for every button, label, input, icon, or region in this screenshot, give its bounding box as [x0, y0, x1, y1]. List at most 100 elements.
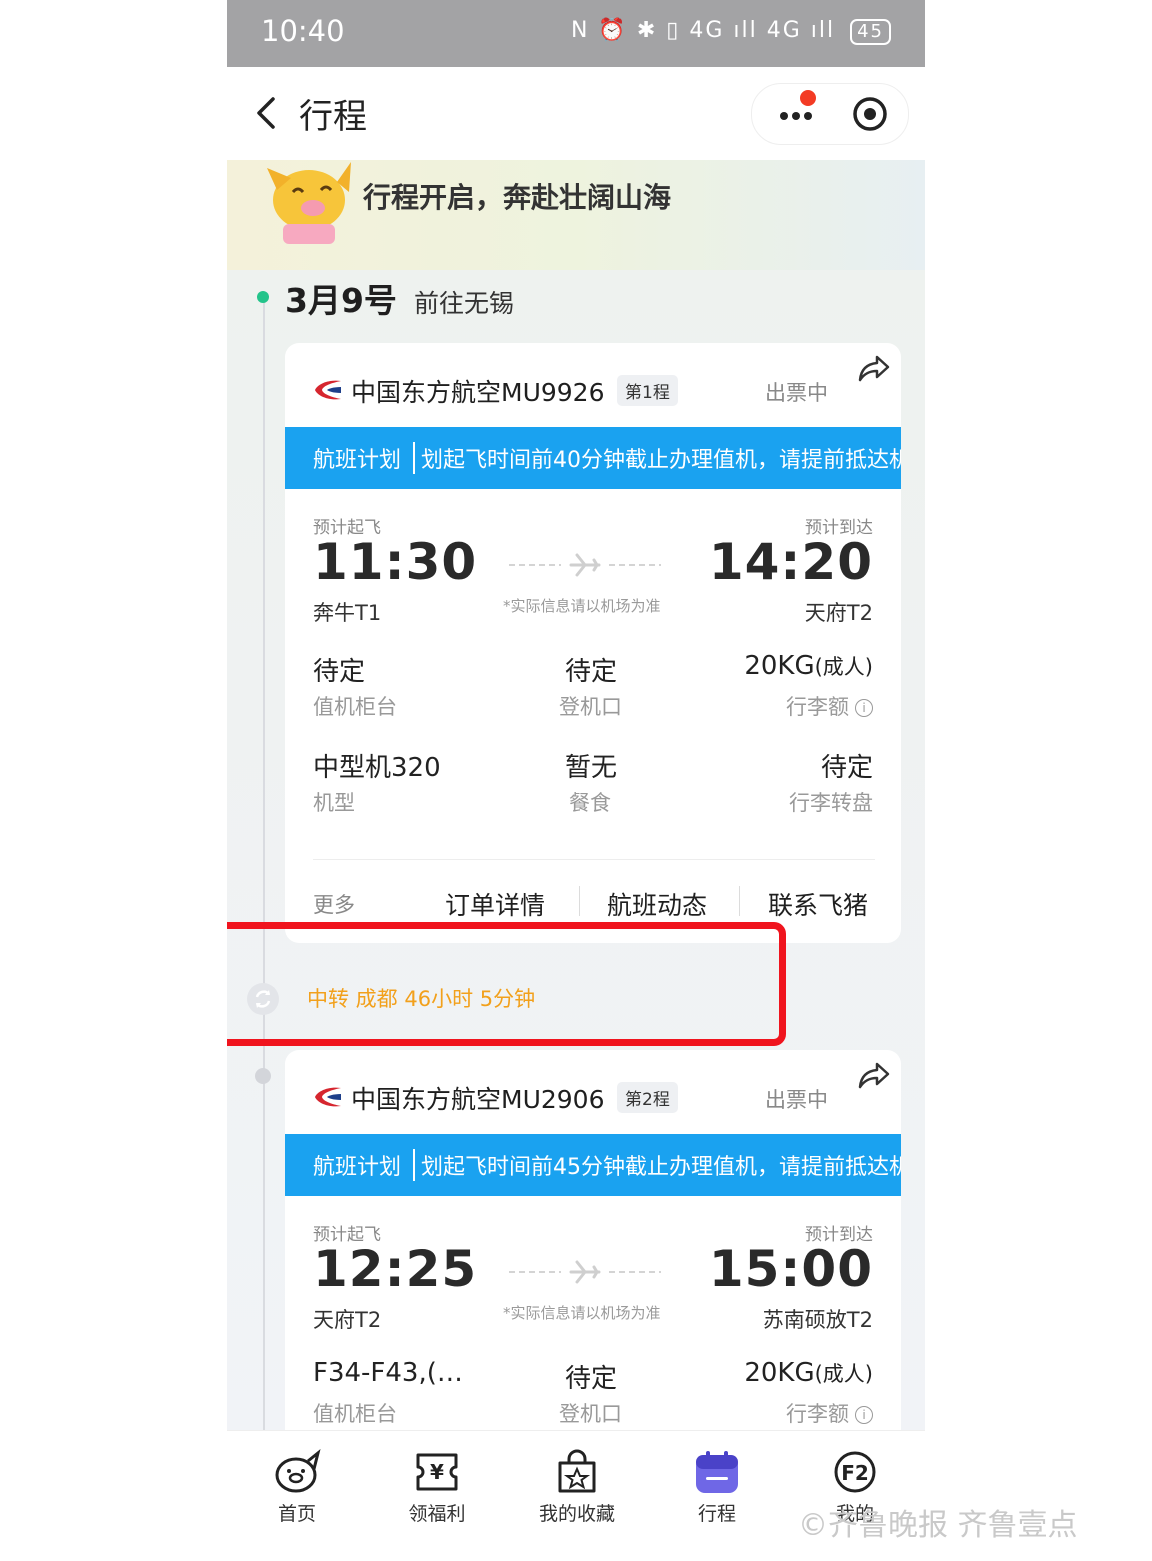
flight-notice-bar[interactable]: 航班计划 划起飞时间前45分钟截止办理值机，请提前抵达机场 [285, 1134, 901, 1196]
checkin-counter-value: 待定 [313, 657, 366, 687]
departure-time: 11:30 [313, 533, 478, 591]
timeline-dot-leg2 [255, 1068, 271, 1084]
tab-label: 首页 [277, 1503, 316, 1525]
gate-label: 登机口 [559, 695, 622, 719]
gate-label: 登机口 [559, 1402, 622, 1426]
action-separator [739, 886, 740, 916]
svg-text:F2: F2 [841, 1461, 869, 1485]
gate-value: 待定 [565, 1364, 618, 1394]
flight-card-1[interactable]: 中国东方航空MU9926 第1程 出票中 航班计划 划起飞时间前40分钟截止办理… [285, 343, 901, 943]
meal-label: 餐食 [569, 791, 611, 815]
watermark: ©齐鲁晚报 齐鲁壹点 [798, 1508, 1078, 1543]
baggage-value: 20KG [744, 651, 815, 681]
info-disclaimer: *实际信息请以机场为准 [503, 597, 661, 615]
leg-badge: 第2程 [617, 1082, 678, 1113]
tab-favorites[interactable]: 我的收藏 [507, 1431, 647, 1561]
baggage-suffix: (成人) [814, 1362, 873, 1386]
ticket-status: 出票中 [765, 381, 828, 405]
baggage-allowance: 20KG(成人) [744, 651, 873, 681]
order-details-button[interactable]: 订单详情 [445, 886, 545, 922]
baggage-label: 行李额 [786, 695, 849, 719]
notice-text: 划起飞时间前45分钟截止办理值机，请提前抵达机场 [413, 1149, 901, 1181]
carousel-label: 行李转盘 [789, 791, 873, 815]
battery-icon: 45 [850, 19, 891, 45]
baggage-allowance: 20KG(成人) [744, 1358, 873, 1388]
leg-badge: 第1程 [617, 375, 678, 406]
baggage-label-row[interactable]: 行李额 i [786, 1398, 873, 1428]
flight-status-button[interactable]: 航班动态 [607, 886, 707, 922]
more-button[interactable]: 更多 [313, 889, 355, 919]
plane-icon [509, 1260, 661, 1284]
info-icon[interactable]: i [855, 699, 873, 717]
carousel-value: 待定 [820, 753, 873, 783]
arrival-terminal: 天府T2 [804, 601, 873, 625]
info-icon[interactable]: i [855, 1406, 873, 1424]
trip-date: 3月9号 [285, 281, 397, 320]
mini-app-capsule [751, 83, 909, 145]
yen-coupon-icon: ¥ [416, 1453, 458, 1491]
departure-terminal: 奔牛T1 [313, 601, 382, 625]
status-bar: 10:40 N ⏰ ✱ ▯ 4G ıll 4G ıll 45 [227, 0, 925, 67]
trip-date-row: 3月9号 前往无锡 [285, 274, 514, 322]
pig-mascot-icon [267, 162, 351, 244]
airline-flight-number: 中国东方航空MU2906 [351, 1085, 605, 1114]
flight-card-2[interactable]: 中国东方航空MU2906 第2程 出票中 航班计划 划起飞时间前45分钟截止办理… [285, 1050, 901, 1450]
svg-text:¥: ¥ [430, 1460, 444, 1484]
arrival-time: 14:20 [708, 533, 873, 591]
share-icon[interactable] [857, 353, 891, 383]
baggage-suffix: (成人) [814, 655, 873, 679]
more-icon[interactable] [774, 96, 824, 132]
china-eastern-logo-icon [315, 1087, 341, 1107]
share-icon[interactable] [857, 1060, 891, 1090]
checkin-counter-label: 值机柜台 [313, 1402, 397, 1426]
contact-fliggy-button[interactable]: 联系飞猪 [768, 886, 868, 922]
tab-home[interactable]: 首页 [227, 1431, 367, 1561]
tab-label: 领福利 [408, 1503, 466, 1525]
china-eastern-logo-icon [315, 380, 341, 400]
trip-banner: 行程开启，奔赴壮阔山海 [227, 160, 925, 270]
tab-label: 行程 [697, 1503, 736, 1525]
notice-title: 航班计划 [313, 448, 402, 473]
tab-itinerary[interactable]: 行程 [647, 1431, 787, 1561]
baggage-label: 行李额 [786, 1402, 849, 1426]
signal-icons: N ⏰ ✱ ▯ 4G ıll 4G ıll [570, 18, 836, 43]
tab-benefits[interactable]: ¥ 领福利 [367, 1431, 507, 1561]
departure-terminal: 天府T2 [313, 1308, 382, 1332]
nav-bar: 行程 [227, 67, 925, 160]
trip-destination: 前往无锡 [414, 289, 515, 318]
pig-home-icon [275, 1449, 321, 1493]
phone-screen: 10:40 N ⏰ ✱ ▯ 4G ıll 4G ıll 45 行程 行程开启，奔… [227, 0, 925, 1561]
plane-icon [509, 553, 661, 577]
aircraft-label: 机型 [313, 791, 355, 815]
f2-profile-icon: F2 [834, 1451, 876, 1493]
back-icon[interactable] [249, 93, 285, 133]
meal-value: 暂无 [565, 753, 618, 783]
notification-dot [800, 90, 816, 106]
status-icons: N ⏰ ✱ ▯ 4G ıll 4G ıll 45 [571, 18, 891, 45]
timeline-dot-start [257, 291, 269, 303]
airline-flight-number: 中国东方航空MU9926 [351, 378, 605, 407]
checkin-counter-value: F34-F43,(… [313, 1358, 463, 1388]
notice-title: 航班计划 [313, 1155, 402, 1180]
aircraft-value: 中型机320 [313, 753, 441, 783]
arrival-terminal: 苏南硕放T2 [762, 1308, 873, 1332]
banner-text: 行程开启，奔赴壮阔山海 [363, 181, 672, 214]
close-target-icon[interactable] [852, 96, 888, 132]
timeline-line [263, 298, 265, 1430]
status-time: 10:40 [261, 14, 345, 48]
baggage-value: 20KG [744, 1358, 815, 1388]
page-title: 行程 [299, 97, 367, 137]
calendar-icon [696, 1451, 738, 1493]
action-separator [579, 886, 580, 916]
arrival-time: 15:00 [708, 1240, 873, 1298]
gate-value: 待定 [565, 657, 618, 687]
baggage-label-row[interactable]: 行李额 i [786, 691, 873, 721]
departure-time: 12:25 [313, 1240, 478, 1298]
highlight-annotation-box [227, 922, 786, 1046]
notice-text: 划起飞时间前40分钟截止办理值机，请提前抵达机场 [413, 442, 901, 474]
flight-notice-bar[interactable]: 航班计划 划起飞时间前40分钟截止办理值机，请提前抵达机场 [285, 427, 901, 489]
star-bag-icon [558, 1449, 596, 1493]
info-disclaimer: *实际信息请以机场为准 [503, 1304, 661, 1322]
ticket-status: 出票中 [765, 1088, 828, 1112]
card-divider [313, 859, 875, 860]
